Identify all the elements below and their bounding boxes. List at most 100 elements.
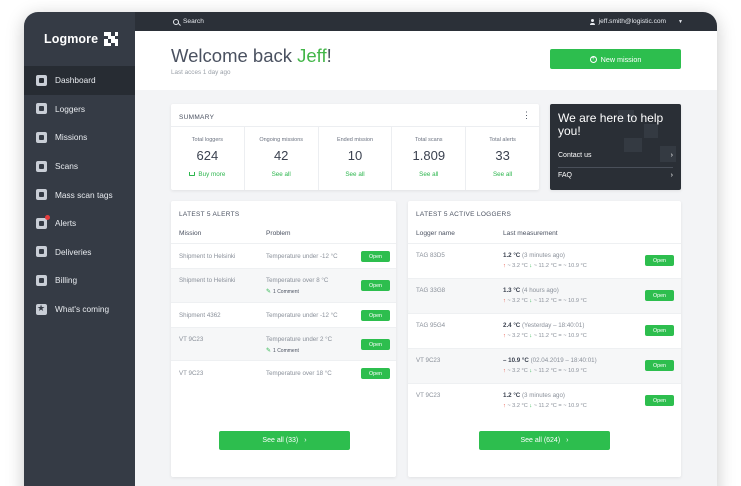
open-button[interactable]: Open xyxy=(361,280,390,291)
comment-count[interactable]: ✎ 1 Comment xyxy=(266,288,328,296)
sidebar-item-scans[interactable]: Scans xyxy=(24,152,135,181)
page-title: Welcome back Jeff! xyxy=(171,45,332,66)
search-label: Search xyxy=(183,18,204,25)
see-all-link[interactable]: See all xyxy=(272,171,291,178)
table-row: VT 9C23 Temperature over 18 °C Open xyxy=(171,360,396,385)
stat-total-loggers: Total loggers 624 Buy more xyxy=(171,127,245,190)
dashboard-icon xyxy=(36,74,47,86)
chevron-right-icon: › xyxy=(566,437,569,444)
open-button[interactable]: Open xyxy=(361,251,390,262)
sidebar-item-whats-coming[interactable]: What's coming xyxy=(24,295,135,324)
table-row: Shipment to Helsinki Temperature under -… xyxy=(171,243,396,268)
col-mission: Mission xyxy=(179,230,202,237)
open-button[interactable]: Open xyxy=(645,325,674,336)
logo-mark-icon xyxy=(104,32,119,46)
logger-icon xyxy=(36,103,47,115)
logo[interactable]: Logmore xyxy=(24,12,135,66)
latest-alerts-card: LATEST 5 ALERTS Mission Problem Shipment… xyxy=(171,201,396,477)
equals-icon: = xyxy=(558,403,562,409)
equals-icon: = xyxy=(558,333,562,339)
new-mission-button[interactable]: + New mission xyxy=(550,49,681,69)
sidebar-item-missions[interactable]: Missions xyxy=(24,123,135,152)
cart-icon xyxy=(189,172,196,176)
user-menu[interactable]: jeff.smith@logistic.com ▼ xyxy=(589,18,683,25)
search-box[interactable]: Search xyxy=(173,18,204,25)
col-logger-name: Logger name xyxy=(416,230,455,237)
chevron-right-icon: › xyxy=(670,172,673,179)
sidebar-item-deliveries[interactable]: Deliveries xyxy=(24,238,135,267)
open-button[interactable]: Open xyxy=(361,339,390,350)
comment-count[interactable]: ✎ 1 Comment xyxy=(266,347,332,355)
faq-link[interactable]: FAQ › xyxy=(558,172,673,179)
stat-total-scans: Total scans 1.809 See all xyxy=(392,127,467,190)
open-button[interactable]: Open xyxy=(645,255,674,266)
arrow-up-icon: ↑ xyxy=(503,368,506,374)
see-all-alerts-button[interactable]: See all (33) › xyxy=(219,431,350,450)
alert-icon xyxy=(36,214,50,229)
table-row: VT 9C23 Temperature under 2 °C ✎ 1 Commen… xyxy=(171,327,396,360)
sidebar-item-mass-scan-tags[interactable]: Mass scan tags xyxy=(24,180,135,209)
arrow-up-icon: ↑ xyxy=(503,263,506,269)
user-name: Jeff xyxy=(297,45,327,66)
sidebar-item-label: Missions xyxy=(55,132,88,143)
arrow-down-icon: ↓ xyxy=(529,298,533,304)
see-all-link[interactable]: See all xyxy=(345,171,364,178)
open-button[interactable]: Open xyxy=(361,368,390,379)
last-access: Last acces 1 day ago xyxy=(171,69,231,76)
sidebar-item-label: Billing xyxy=(55,275,78,286)
table-row: VT 9C23 1.2 °C (3 minutes ago) ↑ ~ 3.2 °… xyxy=(408,383,681,418)
mass-scan-icon xyxy=(36,189,47,201)
sidebar-item-label: Deliveries xyxy=(55,246,92,257)
star-icon xyxy=(36,303,47,315)
sidebar-item-label: Loggers xyxy=(55,103,85,114)
sidebar-item-label: Mass scan tags xyxy=(55,189,113,200)
open-button[interactable]: Open xyxy=(645,360,674,371)
divider xyxy=(558,167,673,168)
pencil-icon: ✎ xyxy=(266,348,272,354)
help-title: We are here to help you! xyxy=(558,111,664,138)
equals-icon: = xyxy=(558,298,562,304)
delivery-icon xyxy=(36,246,47,258)
chevron-right-icon: › xyxy=(304,437,307,444)
see-all-link[interactable]: See all xyxy=(493,171,512,178)
sidebar-item-billing[interactable]: Billing xyxy=(24,266,135,295)
sidebar-item-dashboard[interactable]: Dashboard xyxy=(24,66,135,95)
summary-card: SUMMARY ⋮ Total loggers 624 Buy more Ong… xyxy=(171,104,539,190)
open-button[interactable]: Open xyxy=(645,395,674,406)
sidebar-item-loggers[interactable]: Loggers xyxy=(24,95,135,124)
equals-icon: = xyxy=(558,263,562,269)
arrow-up-icon: ↑ xyxy=(503,333,506,339)
table-row: Shipment 4362 Temperature under -12 °C O… xyxy=(171,302,396,327)
caret-down-icon: ▼ xyxy=(678,18,683,25)
arrow-down-icon: ↓ xyxy=(529,263,533,269)
arrow-up-icon: ↑ xyxy=(503,403,506,409)
col-problem: Problem xyxy=(266,230,291,237)
open-button[interactable]: Open xyxy=(645,290,674,301)
arrow-down-icon: ↓ xyxy=(529,403,533,409)
see-all-link[interactable]: See all xyxy=(419,171,438,178)
billing-icon xyxy=(36,274,47,286)
open-button[interactable]: Open xyxy=(361,310,390,321)
missions-icon xyxy=(36,131,47,143)
table-row: TAG 83D5 1.2 °C (3 minutes ago) ↑ ~ 3.2 … xyxy=(408,243,681,278)
col-last-measurement: Last measurement xyxy=(503,230,558,237)
table-row: VT 9C23 – 10.9 °C (02.04.2019 – 18:40:01… xyxy=(408,348,681,383)
sidebar-item-alerts[interactable]: Alerts xyxy=(24,209,135,238)
stat-ended-mission: Ended mission 10 See all xyxy=(319,127,393,190)
see-all-loggers-button[interactable]: See all (624) › xyxy=(479,431,610,450)
chevron-right-icon: › xyxy=(670,152,673,159)
latest-loggers-card: LATEST 5 ACTIVE LOGGERS Logger name Last… xyxy=(408,201,681,477)
search-icon xyxy=(173,18,179,25)
contact-us-link[interactable]: Contact us › xyxy=(558,152,673,159)
app-window: Logmore Dashboard Loggers Missions Scans… xyxy=(24,12,717,486)
equals-icon: = xyxy=(558,368,562,374)
stat-ongoing-missions: Ongoing missions 42 See all xyxy=(245,127,319,190)
arrow-down-icon: ↓ xyxy=(529,368,533,374)
summary-title: SUMMARY xyxy=(179,114,215,121)
loggers-title: LATEST 5 ACTIVE LOGGERS xyxy=(416,211,512,218)
sidebar-item-label: Dashboard xyxy=(55,75,96,86)
more-options-icon[interactable]: ⋮ xyxy=(522,111,531,120)
buy-more-link[interactable]: Buy more xyxy=(189,171,225,178)
stat-total-alerts: Total alerts 33 See all xyxy=(489,137,516,178)
pencil-icon: ✎ xyxy=(266,289,272,295)
